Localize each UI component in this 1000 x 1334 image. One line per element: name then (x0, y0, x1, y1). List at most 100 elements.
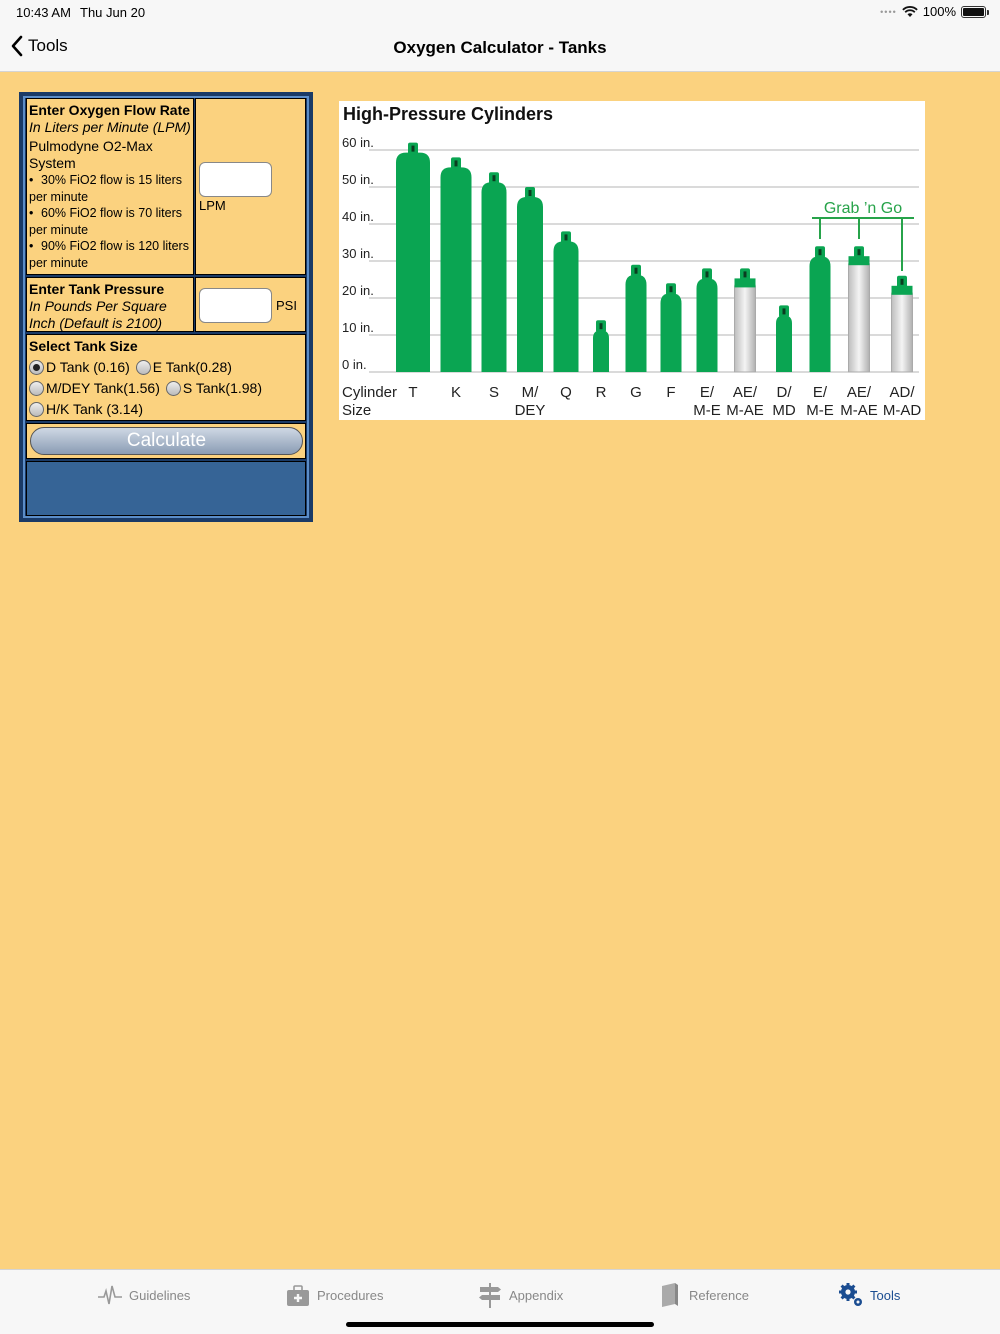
radio-icon (29, 401, 44, 417)
valve-port (900, 278, 904, 285)
flow-system-name: Pulmodyne O2-Max System (29, 138, 153, 171)
category-label: D/ (777, 384, 793, 401)
radio-d-tank[interactable]: D Tank (0.16) (29, 359, 130, 375)
flow-bullet: • 60% FiO2 flow is 70 liters per minute (29, 206, 183, 237)
category-label: M/ (522, 384, 539, 401)
tab-label: Appendix (509, 1287, 564, 1303)
cylinder-bar (776, 315, 792, 372)
status-right: •••• 100% (880, 4, 989, 19)
book-icon (662, 1283, 678, 1307)
category-label: M-E (806, 402, 834, 419)
category-label: AE/ (847, 384, 872, 401)
pulse-icon (98, 1285, 122, 1305)
cylinder-bar (891, 285, 913, 373)
category-label: G (630, 384, 642, 401)
radio-selected-icon (29, 359, 44, 375)
cylinder-bar (440, 167, 472, 372)
category-label: S (489, 384, 499, 401)
battery-icon (961, 5, 989, 18)
tab-label: Procedures (317, 1287, 384, 1303)
cylinder-bar (734, 277, 756, 373)
radio-m-dey-tank[interactable]: M/DEY Tank(1.56) (29, 380, 160, 396)
cylinder-chart: High-Pressure Cylinders 60 in. 50 in. 40 i… (339, 101, 925, 420)
category-label: M-AE (840, 402, 878, 419)
valve-port (564, 234, 568, 241)
tab-label: Reference (689, 1287, 749, 1303)
calculate-cell: Calculate (26, 423, 306, 459)
tab-guidelines[interactable]: Guidelines (97, 1282, 190, 1308)
y-tick-label: 10 in. (342, 320, 374, 335)
y-tick-label: 0 in. (342, 357, 367, 372)
medkit-icon (287, 1285, 309, 1306)
cylinder-bar (481, 182, 507, 372)
radio-icon (29, 380, 44, 396)
tab-appendix[interactable]: Appendix (477, 1282, 563, 1308)
flow-rate-title: Enter Oxygen Flow Rate (29, 102, 191, 118)
radio-e-tank[interactable]: E Tank(0.28) (135, 359, 232, 375)
status-bar: 10:43 AM Thu Jun 20 •••• 100% (0, 0, 1000, 24)
category-label: AD/ (889, 384, 915, 401)
category-label: E/ (813, 384, 828, 401)
gears-icon (839, 1283, 862, 1306)
pressure-input[interactable] (199, 288, 272, 323)
category-label: E/ (700, 384, 715, 401)
valve-port (857, 249, 861, 256)
category-label: Q (560, 384, 572, 401)
valve-port (599, 323, 603, 330)
cylinder-bar (517, 197, 543, 372)
pressure-label-cell: Enter Tank Pressure In Pounds Per Square… (26, 277, 194, 332)
y-tick-label: 60 in. (342, 135, 374, 150)
flow-unit-label: LPM (199, 198, 226, 213)
cylinder-bar (848, 255, 870, 373)
pressure-subtitle: In Pounds Per Square Inch (Default is 21… (29, 298, 167, 331)
valve-port (634, 267, 638, 274)
pressure-input-cell: PSI (195, 277, 306, 332)
valve-port (411, 145, 415, 152)
category-label: M-E (693, 402, 721, 419)
home-indicator (346, 1322, 654, 1327)
category-label: F (666, 384, 675, 401)
valve-port (743, 271, 747, 278)
y-tick-label: 50 in. (342, 172, 374, 187)
valve-port (818, 249, 822, 256)
radio-icon (135, 359, 151, 375)
y-tick-label: 40 in. (342, 209, 374, 224)
status-time: 10:43 AM (16, 5, 71, 20)
cylinder-bar (553, 241, 579, 372)
valve-port (782, 308, 786, 315)
y-tick-label: 30 in. (342, 246, 374, 261)
category-label: R (596, 384, 607, 401)
tank-size-title: Select Tank Size (29, 338, 138, 354)
result-area (26, 461, 306, 516)
tank-size-cell: Select Tank Size D Tank (0.16) E Tank(0.… (26, 334, 306, 421)
calculate-button[interactable]: Calculate (30, 427, 303, 455)
tab-tools[interactable]: Tools (838, 1282, 900, 1308)
valve-port (454, 160, 458, 167)
cylinder-bar (660, 293, 682, 372)
flow-rate-input[interactable] (199, 162, 272, 197)
annotation-label: Grab ’n Go (824, 200, 902, 217)
cylinder-bar (593, 330, 609, 372)
tab-reference[interactable]: Reference (657, 1282, 749, 1308)
valve-port (492, 175, 496, 182)
wifi-icon (902, 5, 918, 17)
radio-s-tank[interactable]: S Tank(1.98) (165, 380, 262, 396)
radio-h-k-tank[interactable]: H/K Tank (3.14) (29, 401, 143, 417)
valve-port (669, 286, 673, 293)
radio-icon (165, 380, 181, 396)
valve-port (705, 271, 709, 278)
pressure-title: Enter Tank Pressure (29, 281, 165, 297)
flow-rate-subtitle: In Liters per Minute (LPM) (29, 119, 191, 135)
battery-percent: 100% (922, 4, 956, 19)
category-label: AE/ (733, 384, 758, 401)
flow-rate-label-cell: Enter Oxygen Flow Rate In Liters per Min… (26, 98, 194, 275)
signpost-icon (479, 1283, 501, 1308)
pressure-unit-label: PSI (276, 298, 297, 313)
tab-procedures[interactable]: Procedures (285, 1282, 383, 1308)
category-label: T (408, 384, 417, 401)
flow-rate-input-cell: LPM (195, 98, 306, 275)
cylinder-bar (396, 152, 430, 372)
cylinder-bar (696, 278, 718, 372)
category-label: K (451, 384, 461, 401)
x-axis-label: Cylinder (342, 384, 397, 401)
